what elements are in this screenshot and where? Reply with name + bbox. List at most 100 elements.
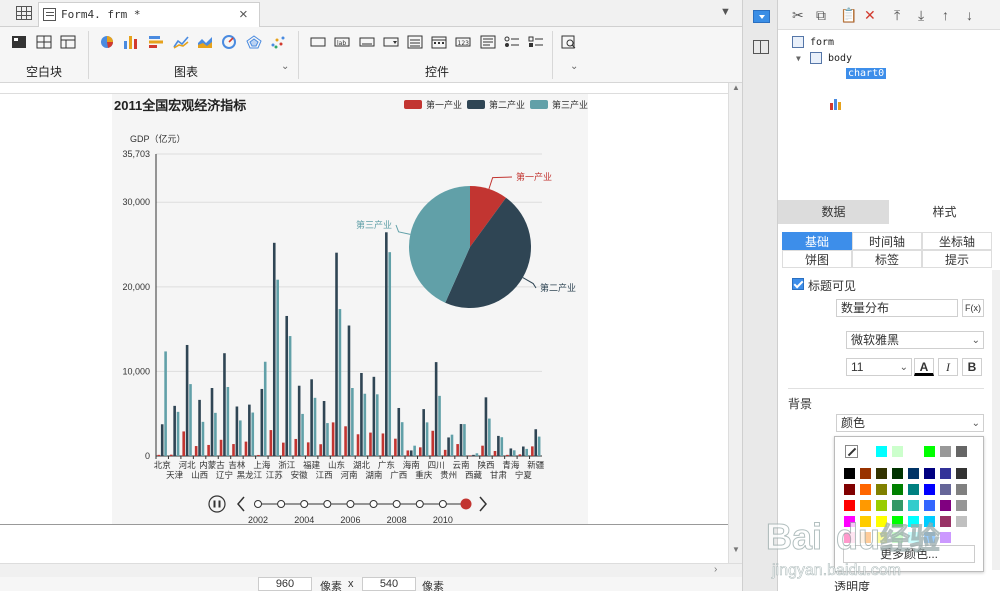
scroll-down-icon[interactable]: ▼ [729, 545, 743, 557]
chart-widget[interactable]: 2011全国宏观经济指标 GDP（亿元） 35,703 30,000 20,000 10,… [112, 94, 588, 524]
color-swatch[interactable] [955, 445, 968, 458]
search-widget-icon[interactable] [561, 35, 577, 49]
button-widget-icon[interactable] [310, 35, 326, 49]
tab-menu-icon[interactable]: ▼ [720, 6, 731, 18]
bar [438, 395, 441, 456]
delete-icon[interactable]: ✕ [864, 7, 876, 24]
svg-text:jingyan.baidu.com: jingyan.baidu.com [771, 562, 901, 579]
subtab-pie[interactable]: 饼图 [782, 250, 852, 268]
color-swatch[interactable] [923, 445, 936, 458]
color-swatch[interactable] [875, 445, 888, 458]
horizontal-bar-chart-icon[interactable] [148, 35, 164, 49]
color-swatch[interactable] [939, 445, 952, 458]
bar [369, 432, 372, 456]
label-widget-icon[interactable]: lab [334, 35, 350, 49]
document-tab[interactable]: Form4. frm * × [38, 2, 260, 27]
color-swatch[interactable] [843, 467, 856, 480]
tab-block-icon[interactable] [36, 35, 52, 49]
gauge-chart-icon[interactable] [221, 35, 237, 49]
bar [214, 412, 217, 456]
scroll-right-icon[interactable]: › [714, 564, 717, 575]
number-widget-icon[interactable]: 123 [455, 35, 471, 49]
scroll-up-icon[interactable]: ▲ [729, 83, 743, 95]
subtab-axis[interactable]: 坐标轴 [922, 232, 992, 250]
bar [244, 441, 248, 456]
widget-settings-icon[interactable] [753, 10, 770, 23]
split-block-icon[interactable] [60, 35, 76, 49]
color-swatch[interactable] [907, 467, 920, 480]
date-widget-icon[interactable] [431, 35, 447, 49]
scatter-chart-icon[interactable] [270, 35, 286, 49]
font-size-select[interactable]: 11 ⌄ [846, 358, 912, 376]
chevron-down-icon[interactable]: ⌄ [570, 61, 578, 72]
move-bottom-icon[interactable]: ⤓ [918, 7, 924, 24]
title-text-input[interactable]: 数量分布 [836, 299, 958, 317]
cut-icon[interactable]: ✂ [792, 7, 804, 24]
close-icon[interactable]: × [239, 6, 248, 23]
component-tree-icon[interactable] [753, 40, 769, 54]
subtab-tooltip[interactable]: 提示 [922, 250, 992, 268]
dropdown-widget-icon[interactable] [383, 35, 399, 49]
textarea-widget-icon[interactable] [480, 35, 496, 49]
formula-button[interactable]: F(x) [962, 299, 984, 317]
form-node-icon [792, 36, 804, 48]
subtab-timeline[interactable]: 时间轴 [852, 232, 922, 250]
pie-chart-icon[interactable] [99, 35, 115, 49]
paste-icon[interactable]: 📋 [840, 7, 857, 24]
color-swatch[interactable] [891, 467, 904, 480]
color-swatch[interactable] [955, 467, 968, 480]
checkbox-group-widget-icon[interactable] [528, 35, 544, 49]
tree-node-form[interactable]: form [810, 37, 834, 48]
subtab-basic[interactable]: 基础 [782, 232, 852, 250]
canvas-width-input[interactable]: 960 [258, 577, 312, 591]
tab-data[interactable]: 数据 [778, 200, 889, 224]
tree-node-body[interactable]: body [828, 53, 852, 64]
expand-icon[interactable]: ▼ [796, 54, 801, 63]
italic-button[interactable]: I [938, 358, 958, 376]
color-swatch[interactable] [859, 467, 872, 480]
color-swatch[interactable] [939, 483, 952, 496]
vertical-scrollbar[interactable]: ▲ ▼ [728, 83, 742, 563]
color-swatch[interactable] [939, 467, 952, 480]
chevron-down-icon[interactable]: ⌄ [281, 61, 289, 72]
move-up-icon[interactable]: ↑ [942, 7, 949, 23]
color-swatch[interactable] [891, 483, 904, 496]
color-swatch[interactable] [907, 483, 920, 496]
bar [282, 442, 285, 456]
color-swatch[interactable] [923, 483, 936, 496]
font-color-button[interactable]: A [914, 358, 934, 376]
color-swatch[interactable] [859, 483, 872, 496]
move-down-icon[interactable]: ↓ [966, 7, 973, 23]
horizontal-scrollbar[interactable]: › [0, 563, 742, 577]
tab-style[interactable]: 样式 [889, 200, 1000, 224]
legend-swatch [404, 100, 422, 109]
subtab-label[interactable]: 标签 [852, 250, 922, 268]
move-top-icon[interactable]: ⤒ [894, 7, 900, 24]
text-field-widget-icon[interactable] [359, 35, 375, 49]
x-tick-label: 新疆 [527, 460, 545, 470]
absolute-block-icon[interactable] [11, 35, 27, 49]
tree-node-chart[interactable]: chart0 [846, 68, 887, 79]
color-swatch[interactable] [875, 483, 888, 496]
font-family-select[interactable]: 微软雅黑 ⌄ [846, 331, 984, 349]
unit-label: 像素 [320, 581, 342, 591]
color-swatch[interactable] [923, 467, 936, 480]
line-chart-icon[interactable] [173, 35, 189, 49]
bold-button[interactable]: B [962, 358, 982, 376]
radio-group-widget-icon[interactable] [504, 35, 520, 49]
grid-view-icon[interactable] [16, 6, 32, 20]
bar-chart-icon[interactable] [123, 35, 139, 49]
canvas-height-input[interactable]: 540 [362, 577, 416, 591]
color-swatch[interactable] [875, 467, 888, 480]
area-chart-icon[interactable] [197, 35, 213, 49]
color-swatch[interactable] [907, 445, 920, 458]
copy-icon[interactable]: ⧉ [816, 7, 826, 24]
color-swatch[interactable] [843, 483, 856, 496]
title-visible-checkbox[interactable] [792, 278, 804, 290]
color-swatch[interactable] [955, 483, 968, 496]
color-swatch[interactable] [891, 445, 904, 458]
background-type-select[interactable]: 颜色 ⌄ [836, 414, 984, 432]
bar [413, 445, 416, 456]
dropdown-tree-widget-icon[interactable] [407, 35, 423, 49]
radar-chart-icon[interactable] [246, 35, 262, 49]
